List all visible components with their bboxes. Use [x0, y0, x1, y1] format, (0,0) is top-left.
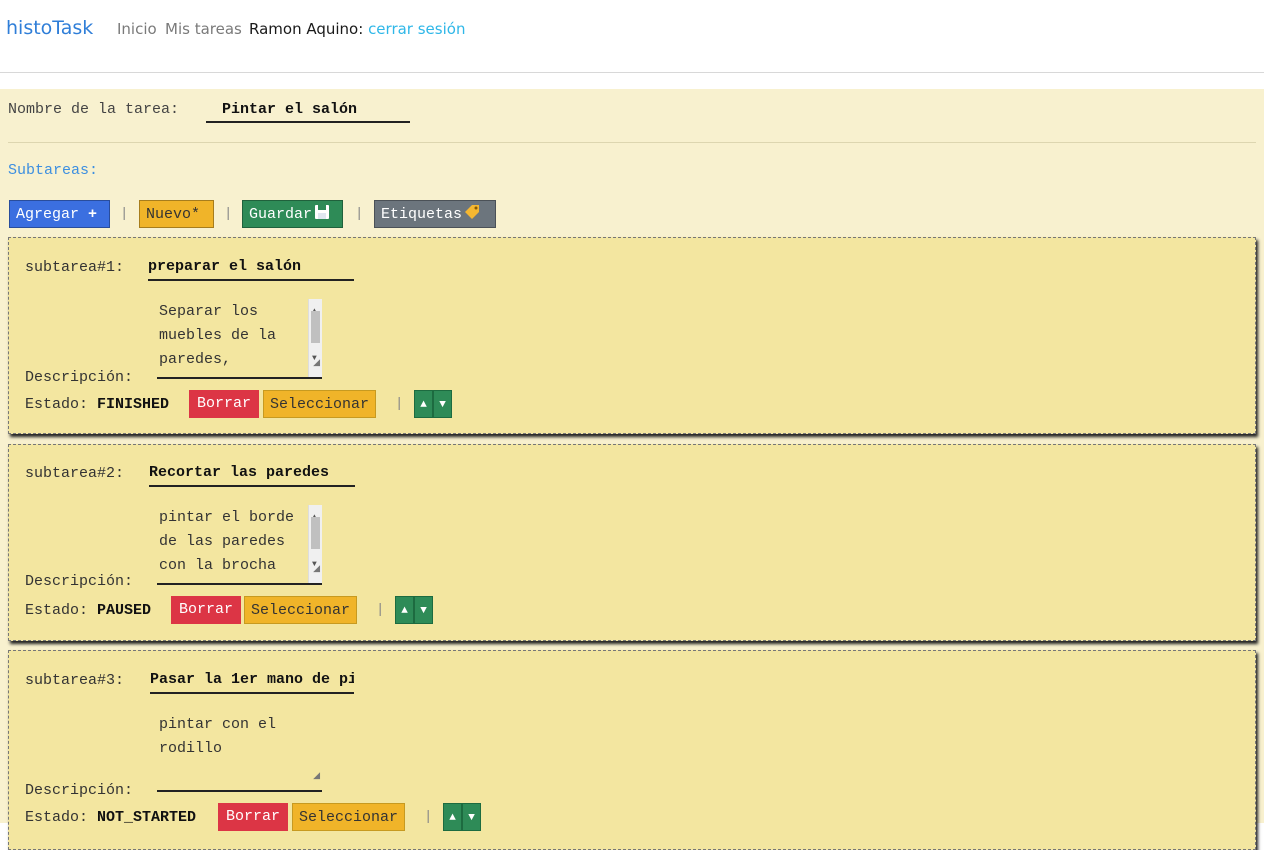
add-button[interactable]: Agregar +: [9, 200, 110, 228]
delete-button[interactable]: Borrar: [189, 390, 260, 418]
task-name-input[interactable]: Pintar el salón: [206, 93, 410, 123]
delete-button[interactable]: Borrar: [218, 803, 289, 831]
subtask-number: subtarea#2:: [25, 465, 125, 482]
state-label: Estado:: [25, 809, 89, 826]
move-up-button[interactable]: ▲: [443, 803, 462, 831]
separator: |: [120, 206, 129, 222]
labels-label: Etiquetas: [381, 206, 463, 223]
description-label: Descripción:: [25, 573, 134, 590]
subtask-card: subtarea#2: Recortar las paredes Descrip…: [8, 444, 1256, 641]
save-button[interactable]: Guardar: [242, 200, 343, 228]
resize-handle-icon[interactable]: ◢: [313, 351, 320, 375]
separator: |: [395, 396, 404, 412]
plus-icon: +: [88, 206, 98, 223]
description-text: Separar los muebles de la paredes,: [159, 303, 277, 368]
separator: |: [376, 602, 385, 618]
subtask-name-input[interactable]: preparar el salón: [148, 253, 354, 281]
description-label: Descripción:: [25, 369, 134, 386]
description-text: pintar el borde de las paredes con la br…: [159, 509, 295, 574]
state-row: Estado: PAUSED: [25, 602, 151, 619]
save-label: Guardar: [249, 206, 313, 223]
resize-handle-icon[interactable]: ◢: [313, 764, 320, 788]
tag-icon: [465, 205, 480, 219]
subtask-card: subtarea#3: Pasar la 1er mano de pintura…: [8, 650, 1256, 850]
state-value: FINISHED: [97, 396, 170, 413]
state-value: NOT_STARTED: [97, 809, 197, 826]
subtask-card: subtarea#1: preparar el salón Descripció…: [8, 237, 1256, 434]
move-down-button[interactable]: ▼: [433, 390, 452, 418]
new-button[interactable]: Nuevo*: [139, 200, 214, 228]
brand-link[interactable]: histoTask: [6, 17, 93, 39]
description-textarea[interactable]: pintar con el rodillo ◢: [157, 712, 322, 792]
divider: [8, 142, 1256, 143]
move-up-button[interactable]: ▲: [395, 596, 414, 624]
state-label: Estado:: [25, 602, 89, 619]
scroll-thumb[interactable]: [311, 311, 320, 343]
move-up-button[interactable]: ▲: [414, 390, 433, 418]
nav-link-inicio[interactable]: Inicio: [117, 20, 157, 38]
separator: |: [224, 206, 233, 222]
delete-button[interactable]: Borrar: [171, 596, 242, 624]
state-row: Estado: FINISHED: [25, 396, 169, 413]
description-text: pintar con el rodillo: [159, 716, 277, 757]
subtask-number: subtarea#1:: [25, 259, 125, 276]
labels-button[interactable]: Etiquetas: [374, 200, 496, 228]
select-button[interactable]: Seleccionar: [292, 803, 406, 831]
state-label: Estado:: [25, 396, 89, 413]
task-panel: Nombre de la tarea: Pintar el salón Subt…: [0, 89, 1264, 850]
user-name: Ramon Aquino:: [249, 20, 364, 38]
subtask-number: subtarea#3:: [25, 672, 125, 689]
subtask-name-input[interactable]: Pasar la 1er mano de pintura: [150, 666, 354, 694]
subtask-name-input[interactable]: Recortar las paredes: [149, 459, 355, 487]
description-textarea[interactable]: Separar los muebles de la paredes, ▲▼ ◢: [157, 299, 322, 379]
subtasks-label: Subtareas:: [8, 162, 99, 179]
description-textarea[interactable]: pintar el borde de las paredes con la br…: [157, 505, 322, 585]
navbar: histoTask Inicio Mis tareas Ramon Aquino…: [0, 0, 1264, 73]
nav-user: Ramon Aquino: cerrar sesión: [249, 20, 465, 38]
nav-link-mis-tareas[interactable]: Mis tareas: [165, 20, 242, 38]
state-row: Estado: NOT_STARTED: [25, 809, 196, 826]
select-button[interactable]: Seleccionar: [263, 390, 377, 418]
move-down-button[interactable]: ▼: [414, 596, 433, 624]
logout-link[interactable]: cerrar sesión: [368, 20, 465, 38]
new-label: Nuevo: [146, 206, 192, 223]
asterisk-icon: *: [191, 206, 201, 223]
separator: |: [355, 206, 364, 222]
select-button[interactable]: Seleccionar: [244, 596, 358, 624]
resize-handle-icon[interactable]: ◢: [313, 557, 320, 581]
floppy-disk-icon: [315, 205, 330, 219]
move-down-button[interactable]: ▼: [462, 803, 481, 831]
add-label: Agregar: [16, 206, 80, 223]
state-value: PAUSED: [97, 602, 152, 619]
description-label: Descripción:: [25, 782, 134, 799]
task-name-label: Nombre de la tarea:: [8, 101, 180, 118]
scroll-thumb[interactable]: [311, 517, 320, 549]
